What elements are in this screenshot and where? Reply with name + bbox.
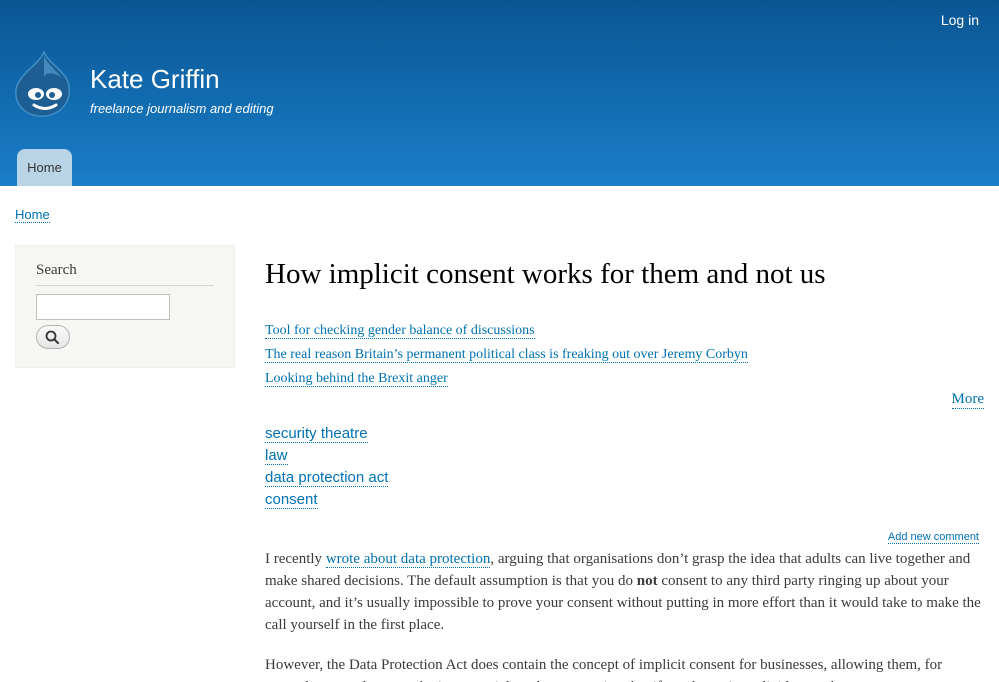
site-logo[interactable] <box>14 50 74 118</box>
tag-link[interactable]: law <box>265 447 288 465</box>
more-link[interactable]: More <box>951 391 984 409</box>
related-article-link[interactable]: Looking behind the Brexit anger <box>265 371 448 387</box>
page-title: How implicit consent works for them and … <box>265 258 826 290</box>
site-name[interactable]: Kate Griffin <box>90 64 220 95</box>
search-input[interactable] <box>36 294 170 320</box>
site-slogan: freelance journalism and editing <box>90 101 274 116</box>
related-article-link[interactable]: Tool for checking gender balance of disc… <box>265 323 535 339</box>
search-button[interactable] <box>36 325 70 349</box>
login-link[interactable]: Log in <box>941 12 979 28</box>
article-body: I recently wrote about data protection, … <box>265 548 987 682</box>
body-paragraph: However, the Data Protection Act does co… <box>265 657 943 682</box>
nav-tab-home[interactable]: Home <box>17 149 72 186</box>
emphasis-not: not <box>636 573 658 589</box>
sidebar-search-block: Search <box>15 245 235 368</box>
site-header: Log in Kate Griffin freelance journalism… <box>0 0 999 186</box>
related-article-link[interactable]: The real reason Britain’s permanent poli… <box>265 347 748 363</box>
breadcrumb: Home <box>15 207 50 223</box>
add-comment-link[interactable]: Add new comment <box>887 531 979 544</box>
tag-link[interactable]: security theatre <box>265 425 368 443</box>
search-icon <box>45 330 59 344</box>
body-paragraph: I recently wrote about data protection, … <box>265 551 981 633</box>
breadcrumb-home-link[interactable]: Home <box>15 207 50 223</box>
data-protection-link[interactable]: wrote about data protection <box>325 551 491 568</box>
tags-list: security theatre law data protection act… <box>265 423 389 511</box>
drupal-drop-icon <box>15 50 71 117</box>
tag-link[interactable]: consent <box>265 491 318 509</box>
tag-link[interactable]: data protection act <box>265 469 389 487</box>
related-articles-list: Tool for checking gender balance of disc… <box>265 319 748 391</box>
search-block-title: Search <box>36 262 214 286</box>
